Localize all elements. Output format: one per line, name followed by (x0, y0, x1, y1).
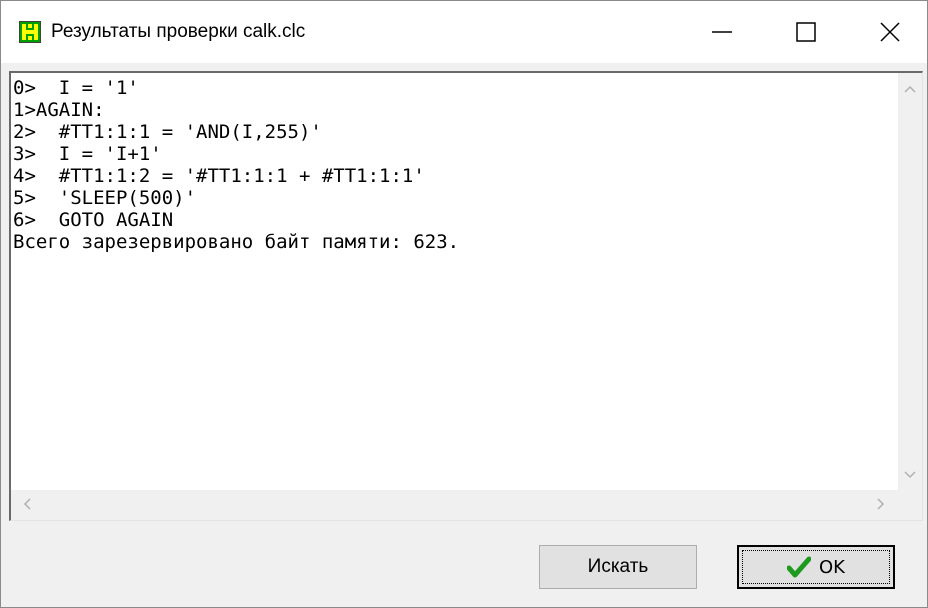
search-button-label: Искать (587, 556, 649, 577)
output-line: 0> I = '1' (13, 77, 139, 99)
close-button[interactable] (855, 1, 925, 63)
window-title: Результаты проверки calk.clc (51, 21, 306, 42)
title-bar[interactable]: Результаты проверки calk.clc (1, 1, 927, 63)
minimize-icon (712, 31, 732, 33)
app-icon[interactable] (19, 21, 41, 43)
summary-line: Всего зарезервировано байт памяти: 623. (13, 231, 460, 253)
scroll-right-icon[interactable] (877, 498, 885, 510)
ok-button[interactable]: OK (737, 545, 895, 589)
scroll-up-icon[interactable] (904, 85, 916, 93)
scroll-corner (898, 490, 922, 520)
output-line: 1>AGAIN: (13, 99, 105, 121)
scroll-down-icon[interactable] (904, 471, 916, 479)
output-line: 5> 'SLEEP(500)' (13, 187, 197, 209)
minimize-button[interactable] (687, 1, 757, 63)
output-line: 6> GOTO AGAIN (13, 209, 174, 231)
results-window: Результаты проверки calk.clc 0> I = '1' … (0, 0, 928, 608)
output-line: 3> I = 'I+1' (13, 143, 162, 165)
checkmark-icon (787, 556, 811, 578)
horizontal-scrollbar[interactable] (11, 490, 899, 520)
maximize-button[interactable] (771, 1, 841, 63)
scroll-left-icon[interactable] (23, 498, 31, 510)
search-button[interactable]: Искать (539, 545, 697, 589)
output-line: 4> #TT1:1:2 = '#TT1:1:1 + #TT1:1:1' (13, 165, 425, 187)
maximize-icon (796, 22, 816, 42)
output-text: 0> I = '1' 1>AGAIN: 2> #TT1:1:1 = 'AND(I… (13, 77, 893, 489)
ok-button-label: OK (819, 556, 845, 578)
output-line: 2> #TT1:1:1 = 'AND(I,255)' (13, 121, 322, 143)
output-text-area[interactable]: 0> I = '1' 1>AGAIN: 2> #TT1:1:1 = 'AND(I… (9, 71, 923, 521)
close-icon (880, 22, 900, 42)
vertical-scrollbar[interactable] (898, 73, 922, 491)
